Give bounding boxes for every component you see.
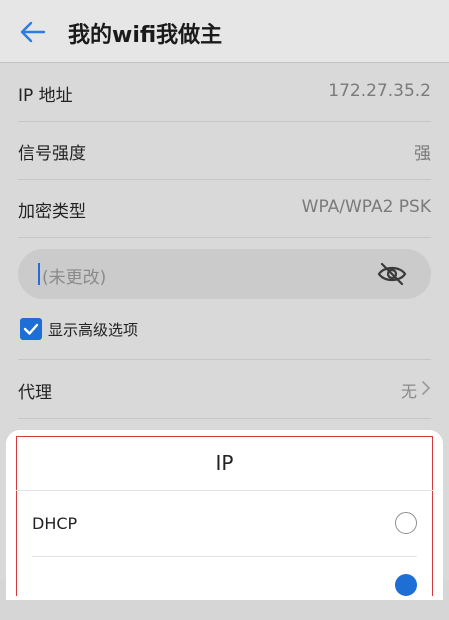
option-static[interactable] <box>16 556 433 620</box>
chevron-right-icon <box>422 381 430 395</box>
text-caret <box>38 263 40 285</box>
proxy-value: 无 <box>400 382 417 401</box>
signal-strength-label: 信号强度 <box>18 144 86 164</box>
ip-address-row: IP 地址 172.27.35.2 <box>18 63 431 122</box>
password-input[interactable]: (未更改) <box>18 249 431 299</box>
check-icon <box>23 323 39 335</box>
radio-static[interactable] <box>395 574 417 596</box>
option-dhcp-label: DHCP <box>32 514 78 533</box>
page-title: 我的wifi我做主 <box>68 23 223 48</box>
ip-address-label: IP 地址 <box>18 86 73 106</box>
encryption-type-value: WPA/WPA2 PSK <box>301 197 431 217</box>
app-header: 我的wifi我做主 <box>0 0 449 63</box>
proxy-row[interactable]: 代理 无 <box>18 360 431 419</box>
radio-dhcp[interactable] <box>395 512 417 534</box>
encryption-type-row: 加密类型 WPA/WPA2 PSK <box>18 179 431 238</box>
encryption-type-label: 加密类型 <box>18 202 86 222</box>
wifi-settings-page: 我的wifi我做主 IP 地址 172.27.35.2 信号强度 强 加密类型 … <box>0 0 449 600</box>
ip-address-value: 172.27.35.2 <box>328 81 431 101</box>
proxy-label: 代理 <box>18 383 52 403</box>
sheet-title: IP <box>16 436 433 491</box>
password-placeholder: (未更改) <box>42 268 107 288</box>
advanced-checkbox[interactable] <box>20 318 42 340</box>
option-dhcp[interactable]: DHCP <box>16 492 433 556</box>
advanced-options-label: 显示高级选项 <box>48 321 139 339</box>
eye-off-icon[interactable] <box>377 261 407 287</box>
show-advanced-options[interactable]: 显示高级选项 <box>18 315 318 343</box>
back-arrow-icon[interactable] <box>18 20 46 44</box>
signal-strength-row: 信号强度 强 <box>18 121 431 180</box>
signal-strength-value: 强 <box>414 144 431 164</box>
